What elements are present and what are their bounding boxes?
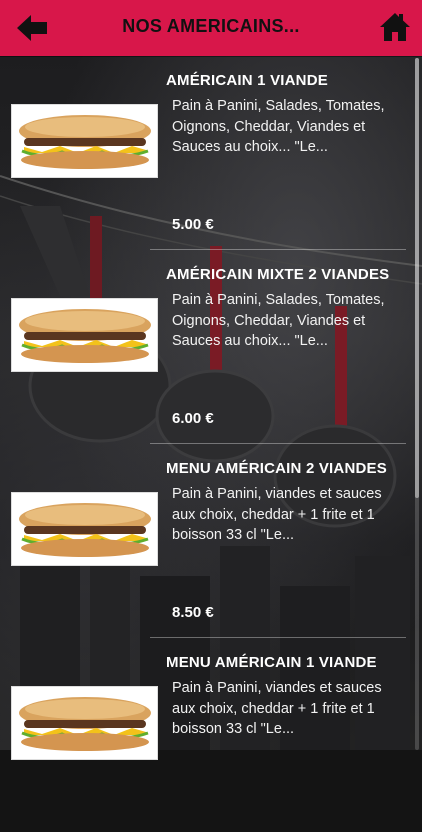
page-title: NOS AMERICAINS...: [122, 16, 300, 36]
sandwich-image: [11, 686, 158, 760]
item-name: AMÉRICAIN MIXTE 2 VIANDES: [166, 266, 390, 283]
item-price: 5.00 €: [172, 216, 214, 233]
item-name: MENU AMÉRICAIN 2 VIANDES: [166, 460, 387, 477]
scrollbar-thumb[interactable]: [415, 58, 419, 498]
menu-item-list: AMÉRICAIN 1 VIANDE Pain à Panini, Salade…: [0, 56, 422, 760]
item-description: Pain à Panini, Salades, Tomates, Oignons…: [172, 98, 385, 155]
menu-item[interactable]: AMÉRICAIN 1 VIANDE Pain à Panini, Salade…: [0, 56, 406, 250]
item-price: 8.50 €: [172, 604, 214, 621]
scrollbar[interactable]: [415, 58, 419, 750]
item-price: 6.00 €: [172, 410, 214, 427]
home-button[interactable]: [378, 11, 412, 43]
item-name: MENU AMÉRICAIN 1 VIANDE: [166, 654, 377, 671]
sandwich-image: [11, 492, 158, 566]
sandwich-image: [11, 104, 158, 178]
menu-item[interactable]: AMÉRICAIN MIXTE 2 VIANDES Pain à Panini,…: [0, 250, 406, 444]
menu-item[interactable]: MENU AMÉRICAIN 1 VIANDE Pain à Panini, v…: [0, 638, 406, 832]
menu-item[interactable]: MENU AMÉRICAIN 2 VIANDES Pain à Panini, …: [0, 444, 406, 638]
item-description: Pain à Panini, Salades, Tomates, Oignons…: [172, 292, 385, 349]
sandwich-image: [11, 298, 158, 372]
item-description: Pain à Panini, viandes et sauces aux cho…: [172, 486, 382, 543]
home-icon: [380, 13, 410, 41]
item-description: Pain à Panini, viandes et sauces aux cho…: [172, 680, 382, 737]
header-bar: NOS AMERICAINS...: [0, 0, 422, 56]
item-name: AMÉRICAIN 1 VIANDE: [166, 72, 328, 89]
